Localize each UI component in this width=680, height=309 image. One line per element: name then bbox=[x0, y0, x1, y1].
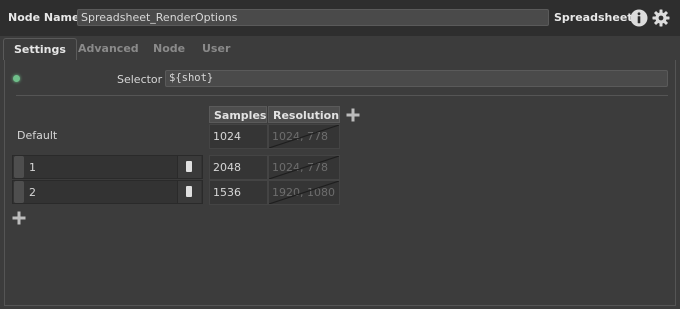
add-row-icon[interactable] bbox=[12, 211, 26, 225]
selector-input[interactable]: ${shot} bbox=[165, 70, 668, 87]
default-resolution-cell[interactable]: 1024, 778 bbox=[268, 124, 340, 149]
row-label[interactable]: 1 bbox=[29, 161, 36, 174]
column-header-samples[interactable]: Samples bbox=[209, 106, 267, 123]
node-type-label: Spreadsheet bbox=[554, 11, 633, 24]
toggle-handle[interactable] bbox=[186, 161, 192, 172]
divider bbox=[16, 95, 668, 96]
row-label[interactable]: 2 bbox=[29, 186, 36, 199]
tab-user[interactable]: User bbox=[192, 38, 240, 60]
row-resolution-cell[interactable]: 1024, 778 bbox=[268, 155, 340, 180]
add-column-icon[interactable] bbox=[346, 108, 360, 122]
row-samples-cell[interactable]: 2048 bbox=[209, 155, 268, 180]
tab-settings[interactable]: Settings bbox=[3, 38, 77, 60]
toggle-handle[interactable] bbox=[186, 186, 192, 197]
default-samples-cell[interactable]: 1024 bbox=[209, 124, 268, 149]
node-name-field[interactable]: Spreadsheet_RenderOptions bbox=[77, 9, 549, 26]
row-drag-handle[interactable] bbox=[14, 156, 24, 178]
row-resolution-cell[interactable]: 1920, 1080 bbox=[268, 180, 340, 205]
table-row[interactable] bbox=[12, 155, 203, 179]
row-samples-cell[interactable]: 1536 bbox=[209, 180, 268, 205]
column-header-resolution[interactable]: Resolution bbox=[268, 106, 340, 123]
table-row[interactable] bbox=[12, 180, 203, 204]
row-drag-handle[interactable] bbox=[14, 181, 24, 203]
tab-advanced[interactable]: Advanced bbox=[68, 38, 149, 60]
selector-label: Selector bbox=[117, 73, 163, 86]
tab-node[interactable]: Node bbox=[143, 38, 195, 60]
gear-icon[interactable] bbox=[652, 9, 670, 27]
default-row-label: Default bbox=[17, 129, 58, 142]
status-indicator bbox=[13, 75, 20, 82]
info-icon[interactable] bbox=[630, 9, 648, 27]
node-name-label: Node Name bbox=[8, 11, 80, 24]
